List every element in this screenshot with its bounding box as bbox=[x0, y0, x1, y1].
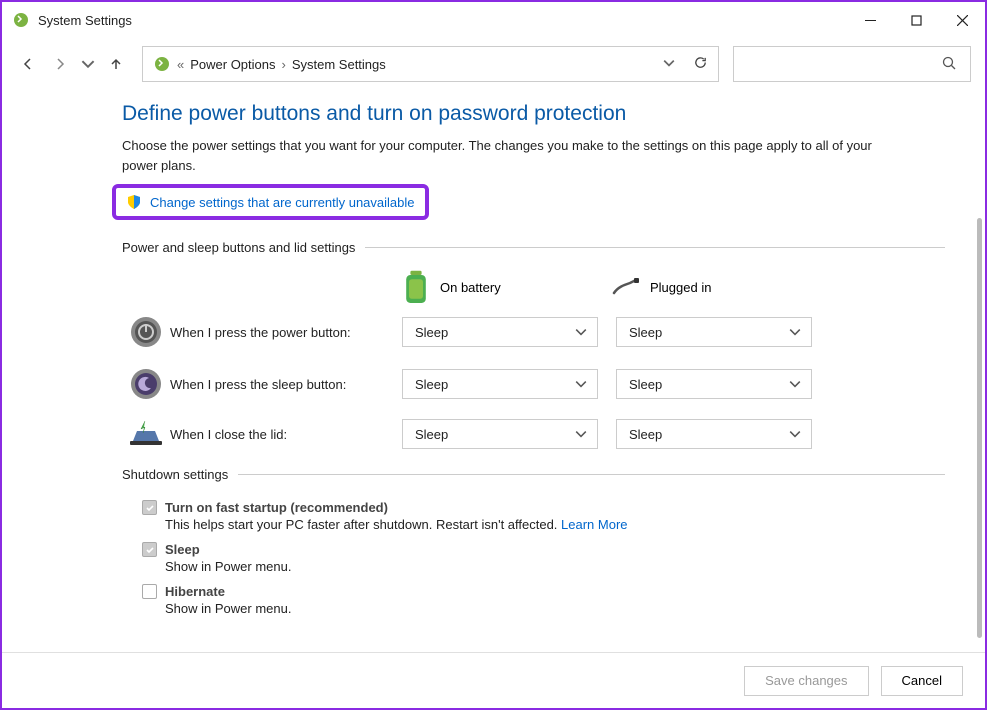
recent-dropdown[interactable] bbox=[80, 52, 96, 76]
plug-icon bbox=[612, 273, 640, 301]
minimize-button[interactable] bbox=[847, 2, 893, 38]
search-box[interactable] bbox=[733, 46, 971, 82]
close-button[interactable] bbox=[939, 2, 985, 38]
learn-more-link[interactable]: Learn More bbox=[561, 517, 627, 532]
bottom-bar: Save changes Cancel bbox=[2, 652, 985, 708]
close-lid-plugged-select[interactable]: Sleep bbox=[616, 419, 812, 449]
breadcrumb-prefix: « bbox=[177, 57, 184, 72]
location-icon bbox=[153, 55, 171, 73]
column-header-plugged: Plugged in bbox=[612, 273, 822, 301]
close-lid-battery-select[interactable]: Sleep bbox=[402, 419, 598, 449]
refresh-button[interactable] bbox=[693, 55, 708, 73]
change-settings-link[interactable]: Change settings that are currently unava… bbox=[112, 184, 429, 220]
maximize-button[interactable] bbox=[893, 2, 939, 38]
up-button[interactable] bbox=[104, 52, 128, 76]
shutdown-fast-startup: Turn on fast startup (recommended) This … bbox=[142, 500, 945, 532]
hibernate-checkbox[interactable] bbox=[142, 584, 157, 599]
cancel-button[interactable]: Cancel bbox=[881, 666, 963, 696]
page-description: Choose the power settings that you want … bbox=[122, 136, 882, 176]
laptop-lid-icon bbox=[122, 419, 170, 449]
search-icon bbox=[942, 56, 956, 73]
power-button-battery-select[interactable]: Sleep bbox=[402, 317, 598, 347]
back-button[interactable] bbox=[16, 52, 40, 76]
sleep-button-icon bbox=[122, 367, 170, 401]
page-title: Define power buttons and turn on passwor… bbox=[122, 102, 945, 126]
address-dropdown[interactable] bbox=[663, 57, 675, 72]
save-changes-button[interactable]: Save changes bbox=[744, 666, 868, 696]
battery-icon bbox=[402, 273, 430, 301]
address-bar[interactable]: « Power Options › System Settings bbox=[142, 46, 719, 82]
content-area: Define power buttons and turn on passwor… bbox=[2, 90, 985, 652]
power-button-plugged-select[interactable]: Sleep bbox=[616, 317, 812, 347]
window-title: System Settings bbox=[38, 13, 847, 28]
power-button-icon bbox=[122, 315, 170, 349]
setting-power-button: When I press the power button: Sleep Sle… bbox=[122, 315, 945, 349]
forward-button[interactable] bbox=[48, 52, 72, 76]
shutdown-sleep: Sleep Show in Power menu. bbox=[142, 542, 945, 574]
setting-sleep-button: When I press the sleep button: Sleep Sle… bbox=[122, 367, 945, 401]
sleep-checkbox[interactable] bbox=[142, 542, 157, 557]
column-header-battery: On battery bbox=[402, 273, 612, 301]
sleep-button-battery-select[interactable]: Sleep bbox=[402, 369, 598, 399]
setting-close-lid: When I close the lid: Sleep Sleep bbox=[122, 419, 945, 449]
app-icon bbox=[12, 11, 30, 29]
sleep-button-plugged-select[interactable]: Sleep bbox=[616, 369, 812, 399]
breadcrumb-item[interactable]: System Settings bbox=[292, 57, 386, 72]
section-power-sleep: Power and sleep buttons and lid settings bbox=[122, 240, 945, 255]
shield-icon bbox=[126, 194, 142, 210]
shutdown-hibernate: Hibernate Show in Power menu. bbox=[142, 584, 945, 616]
section-shutdown: Shutdown settings bbox=[122, 467, 945, 482]
toolbar: « Power Options › System Settings bbox=[2, 38, 985, 90]
scrollbar[interactable] bbox=[970, 98, 982, 644]
titlebar: System Settings bbox=[2, 2, 985, 38]
chevron-right-icon: › bbox=[282, 57, 286, 72]
breadcrumb-item[interactable]: Power Options bbox=[190, 57, 275, 72]
fast-startup-checkbox[interactable] bbox=[142, 500, 157, 515]
